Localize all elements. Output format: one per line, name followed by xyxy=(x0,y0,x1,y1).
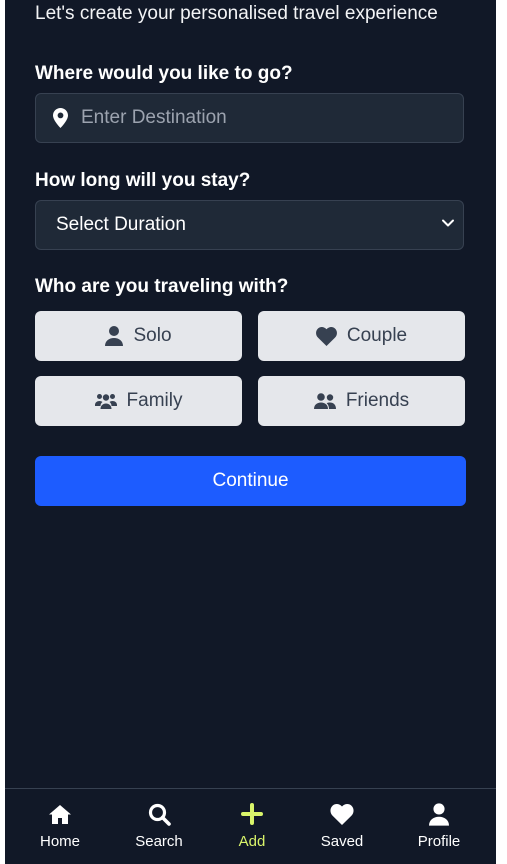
user-icon xyxy=(105,326,124,346)
user-friends-icon xyxy=(313,393,336,409)
companion-option-label: Solo xyxy=(133,325,172,346)
nav-item-saved[interactable]: Saved xyxy=(302,801,382,850)
map-pin-icon xyxy=(51,107,69,129)
bottom-navigation: Home Search Add Saved Profile xyxy=(5,788,496,864)
nav-item-home[interactable]: Home xyxy=(20,801,100,850)
search-icon xyxy=(148,801,171,827)
nav-item-profile[interactable]: Profile xyxy=(399,801,479,850)
user-icon xyxy=(429,801,449,827)
heart-icon xyxy=(315,326,337,346)
companion-option-label: Couple xyxy=(346,325,408,346)
companion-option-label: Family xyxy=(126,390,183,411)
main-panel: Let's create your personalised travel ex… xyxy=(5,0,496,788)
users-icon xyxy=(94,394,117,409)
nav-label: Search xyxy=(135,833,183,850)
heart-icon xyxy=(330,801,354,827)
destination-label: Where would you like to go? xyxy=(35,63,293,84)
nav-label: Profile xyxy=(417,833,461,850)
destination-field[interactable] xyxy=(35,93,464,143)
companion-option-family[interactable]: Family xyxy=(35,376,242,426)
nav-label: Add xyxy=(238,833,266,850)
companion-option-couple[interactable]: Couple xyxy=(258,311,465,361)
page-subtitle: Let's create your personalised travel ex… xyxy=(35,3,438,24)
nav-label: Saved xyxy=(320,833,364,850)
nav-label: Home xyxy=(39,833,80,850)
destination-input[interactable] xyxy=(79,106,443,130)
duration-label: How long will you stay? xyxy=(35,170,251,191)
plus-icon xyxy=(241,801,263,827)
nav-item-search[interactable]: Search xyxy=(119,801,199,850)
home-icon xyxy=(48,801,72,827)
companion-option-friends[interactable]: Friends xyxy=(258,376,465,426)
duration-select[interactable]: Select Duration xyxy=(35,200,464,250)
continue-button[interactable]: Continue xyxy=(35,456,466,506)
companion-option-label: Friends xyxy=(345,390,410,411)
duration-selected-value: Select Duration xyxy=(56,214,186,235)
companions-label: Who are you traveling with? xyxy=(35,276,289,297)
nav-item-add[interactable]: Add xyxy=(212,801,292,850)
chevron-down-icon xyxy=(441,214,455,236)
companion-option-solo[interactable]: Solo xyxy=(35,311,242,361)
